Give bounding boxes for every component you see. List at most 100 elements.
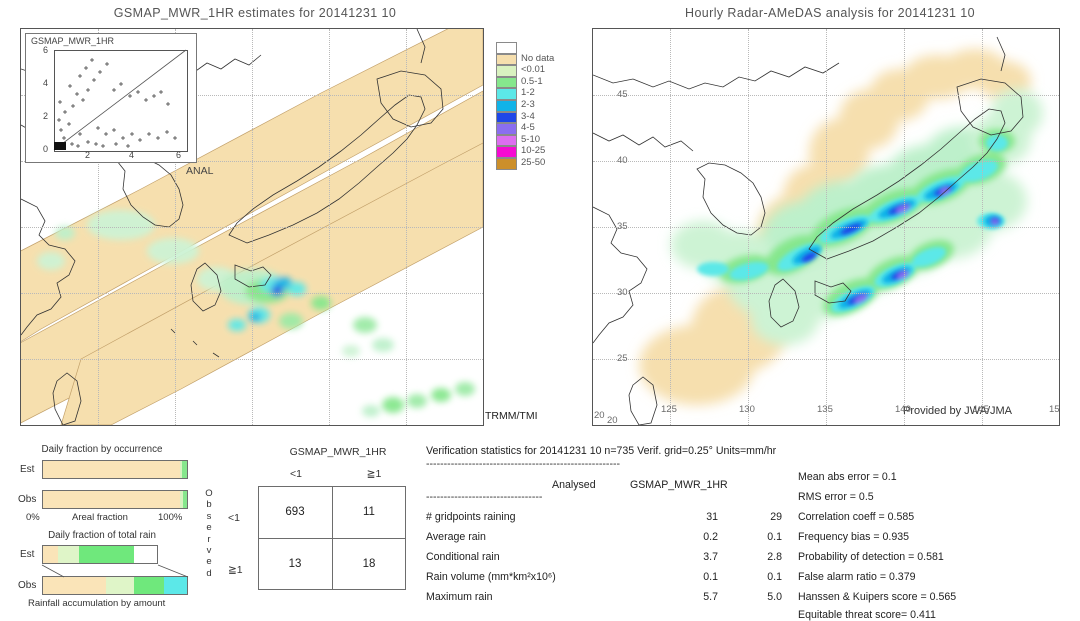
bar-segment [43,461,181,478]
colorbar-swatch [496,111,517,124]
stats-row-analysed: 31 [706,511,718,523]
verification-plot-page: GSMAP_MWR_1HR estimates for 20141231 10 [0,0,1080,620]
stats-col-header-analysed: Analysed [552,479,596,491]
occurrence-bar-obs[interactable] [42,490,188,509]
observed-label-char: d [206,567,212,579]
stats-score: Mean abs error = 0.1 [798,471,897,483]
stats-row-analysed: 0.2 [703,531,718,543]
contingency-observed-label: Observed [203,488,215,579]
observed-label-char: v [206,545,212,557]
colorbar-label: 3-4 [521,110,535,122]
stats-divider-long: ----------------------------------------… [426,458,621,470]
stats-row-analysed: 5.7 [703,591,718,603]
bar-segment [79,546,135,563]
amount-axis-title: Rainfall accumulation by amount [28,598,166,609]
right-panel-title: Hourly Radar-AMeDAS analysis for 2014123… [685,6,975,20]
occurrence-row-label-obs: Obs [18,494,37,505]
lon-tick-140: 140 [895,404,911,415]
verification-statistics: Verification statistics for 20141231 10 … [426,440,1076,620]
occurrence-bar-est[interactable] [42,460,188,479]
contingency-row-header-ge1: ≧1 [228,564,243,576]
colorbar-swatch [496,65,517,77]
stats-row-estimate: 5.0 [767,591,782,603]
colorbar-swatch [496,76,517,89]
lat-corner-label: 20 [607,415,618,426]
contingency-title: GSMAP_MWR_1HR [289,446,387,458]
observed-label-char: s [206,510,212,522]
contingency-col-header-lt1: <1 [290,468,302,480]
observed-label-char: O [205,488,213,499]
lat-tick-20: 20 [594,410,605,421]
right-gridline-h [593,293,1059,294]
occurrence-axis-title: Areal fraction [72,512,128,523]
left-panel-title: GSMAP_MWR_1HR estimates for 20141231 10 [113,6,397,20]
stats-score: Frequency bias = 0.935 [798,531,910,543]
stats-row-label: Conditional rain [426,551,500,563]
colorbar-label: No data [521,52,555,64]
precipitation-colorbar[interactable]: No data <0.01 0.5-1 1-2 2-3 3-4 4-5 5-10 10-25 25… [496,42,566,170]
colorbar-swatch [496,53,517,66]
stats-row-estimate: 0.1 [767,531,782,543]
contingency-cell-hit: 18 [362,558,376,570]
amount-row-label-est: Est [20,549,35,560]
data-provider-label: Provided by JWA/JMA [903,405,1013,417]
contingency-cell-hit-none: 693 [285,506,305,518]
bar-segment [43,491,181,508]
colorbar-swatch [496,134,517,147]
contingency-row-header-lt1: <1 [228,512,240,524]
stats-divider-short: --------------------------------- [426,491,543,503]
observed-label-char: e [206,556,212,568]
right-gridline-h [593,227,1059,228]
stats-row-label: Maximum rain [426,591,493,603]
lon-tick-145: 145 [973,404,989,415]
occurrence-row-label-est: Est [20,464,35,475]
stats-col-header-estimate: GSMAP_MWR_1HR [630,479,728,491]
left-gridline-h [21,359,483,360]
observed-label-char: b [206,499,212,511]
right-gridline-h [593,95,1059,96]
lon-tick-135: 135 [817,404,833,415]
anal-label: ANAL [186,165,214,177]
stats-row-estimate: 29 [770,511,782,523]
bar-segment [57,546,80,563]
scatter-inset[interactable]: GSMAP_MWR_1HR 6 4 2 0 2 4 6 [25,33,197,163]
bar-segment [134,546,157,563]
colorbar-label: 0.5-1 [521,75,543,87]
left-gridline-h [21,227,483,228]
stats-score: False alarm ratio = 0.379 [798,571,916,583]
occurrence-axis-min: 0% [26,512,40,523]
stats-row-label: Rain volume (mm*km²x10⁶) [426,571,556,583]
left-gridline-h [21,293,483,294]
colorbar-label: <0.01 [521,64,546,76]
radar-amedas-map[interactable]: 45 40 35 30 25 20 20 Provided by JWA/JMA [592,28,1060,426]
colorbar-swatch [496,42,517,54]
bar-segment [182,491,187,508]
lat-tick-40: 40 [617,155,628,166]
amount-bar-connectors [41,564,189,578]
colorbar-swatch [496,146,517,158]
occurrence-axis-max: 100% [158,512,183,523]
stats-header: Verification statistics for 20141231 10 … [426,445,777,457]
colorbar-label: 10-25 [521,145,546,157]
bar-segment [43,546,58,563]
stats-row-analysed: 3.7 [703,551,718,563]
trmm-source-label: TRMM/TMI [485,410,538,422]
gsmap-estimate-map[interactable]: GSMAP_MWR_1HR 6 4 2 0 2 4 6 ANAL [20,28,484,426]
stats-row-estimate: 2.8 [767,551,782,563]
colorbar-entry[interactable]: 25-50 [496,157,566,170]
stats-row-label: Average rain [426,531,486,543]
colorbar-swatch [496,157,517,170]
contingency-cell-miss: 13 [288,558,302,570]
colorbar-swatch [496,88,517,100]
amount-chart-title: Daily fraction of total rain [48,530,156,541]
observed-label-char: r [207,533,211,545]
colorbar-swatch [496,99,517,112]
lat-tick-35: 35 [617,221,628,232]
occurrence-chart-title: Daily fraction by occurrence [41,444,163,455]
right-gridline-h [593,161,1059,162]
stats-score: Hanssen & Kuipers score = 0.565 [798,591,957,603]
bar-segment [182,461,187,478]
lat-tick-45: 45 [617,89,628,100]
lon-tick-150: 15 [1049,404,1060,415]
stats-row-analysed: 0.1 [703,571,718,583]
